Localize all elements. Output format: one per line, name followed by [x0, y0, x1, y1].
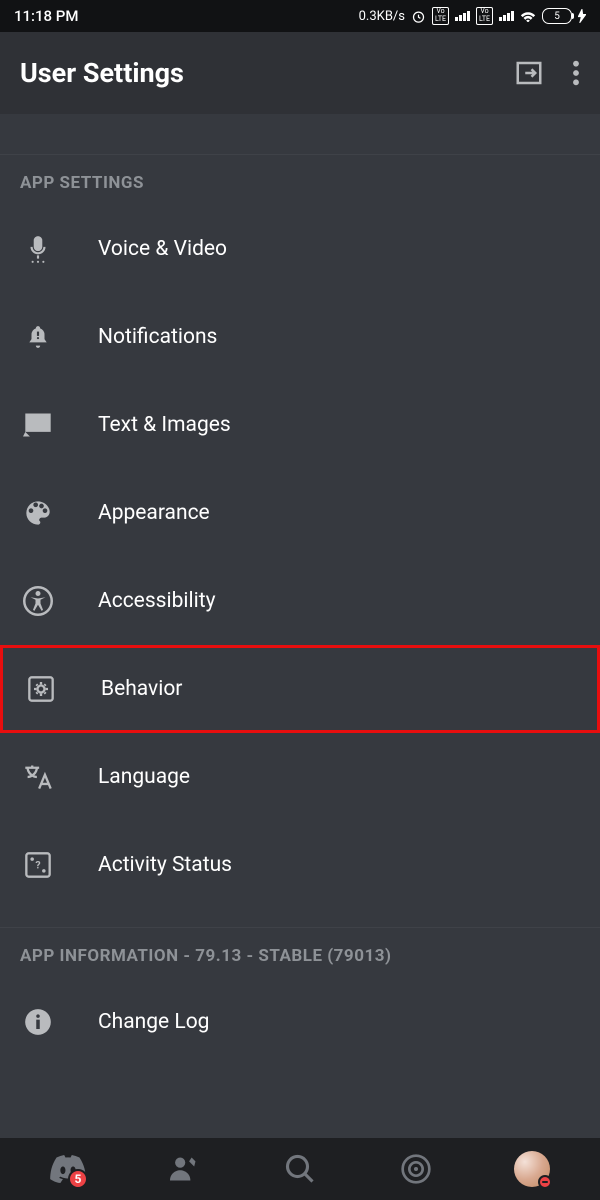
item-label: Voice & Video: [98, 237, 227, 261]
more-icon[interactable]: [572, 59, 580, 87]
nav-friends[interactable]: [162, 1147, 206, 1191]
item-accessibility[interactable]: Accessibility: [0, 557, 600, 645]
item-notifications[interactable]: Notifications: [0, 293, 600, 381]
charging-icon: [578, 9, 586, 23]
item-label: Notifications: [98, 325, 217, 349]
mention-icon: [400, 1153, 432, 1185]
page-title: User Settings: [20, 57, 184, 89]
mic-icon: [20, 234, 56, 264]
item-label: Appearance: [98, 501, 210, 525]
wifi-icon: [520, 10, 536, 22]
bell-icon: [20, 322, 56, 352]
status-indicators: 0.3KB/s VoLTE VoLTE 5: [359, 7, 586, 24]
dnd-status-icon: [538, 1175, 552, 1189]
avatar: [514, 1151, 550, 1187]
volte-icon-1: VoLTE: [432, 7, 449, 24]
bottom-nav: 5: [0, 1138, 600, 1200]
section-header-app-info: APP INFORMATION - 79.13 - STABLE (79013): [0, 928, 600, 978]
battery-icon: 5: [542, 8, 572, 24]
notification-badge: 5: [68, 1169, 88, 1189]
gear-box-icon: [23, 675, 59, 703]
nav-discord[interactable]: 5: [46, 1147, 90, 1191]
accessibility-icon: [20, 586, 56, 616]
item-label: Behavior: [101, 677, 182, 701]
info-icon: [20, 1008, 56, 1036]
palette-icon: [20, 499, 56, 527]
enter-icon[interactable]: [514, 58, 544, 88]
data-speed: 0.3KB/s: [359, 9, 405, 24]
status-bar: 11:18 PM 0.3KB/s VoLTE VoLTE 5: [0, 0, 600, 32]
signal-icon-2: [499, 11, 514, 21]
nav-profile[interactable]: [510, 1147, 554, 1191]
image-icon: [20, 411, 56, 439]
item-label: Text & Images: [98, 413, 231, 437]
signal-icon-1: [455, 11, 470, 21]
item-behavior[interactable]: Behavior: [0, 645, 600, 733]
item-text-images[interactable]: Text & Images: [0, 381, 600, 469]
header: User Settings: [0, 32, 600, 114]
item-appearance[interactable]: Appearance: [0, 469, 600, 557]
item-activity-status[interactable]: ? Activity Status: [0, 821, 600, 909]
status-time: 11:18 PM: [14, 7, 78, 25]
item-label: Language: [98, 765, 190, 789]
alarm-icon: [411, 9, 426, 24]
nav-search[interactable]: [278, 1147, 322, 1191]
content: APP SETTINGS Voice & Video Notifications…: [0, 114, 600, 1066]
search-icon: [285, 1154, 315, 1184]
dice-icon: ?: [20, 851, 56, 879]
item-voice-video[interactable]: Voice & Video: [0, 205, 600, 293]
item-label: Activity Status: [98, 853, 232, 877]
svg-text:?: ?: [35, 859, 40, 872]
nav-mentions[interactable]: [394, 1147, 438, 1191]
volte-icon-2: VoLTE: [476, 7, 493, 24]
item-label: Change Log: [98, 1010, 209, 1034]
language-icon: [20, 763, 56, 791]
section-header-app-settings: APP SETTINGS: [0, 155, 600, 205]
item-label: Accessibility: [98, 589, 216, 613]
friend-wave-icon: [168, 1155, 200, 1183]
item-change-log[interactable]: Change Log: [0, 978, 600, 1066]
item-language[interactable]: Language: [0, 733, 600, 821]
